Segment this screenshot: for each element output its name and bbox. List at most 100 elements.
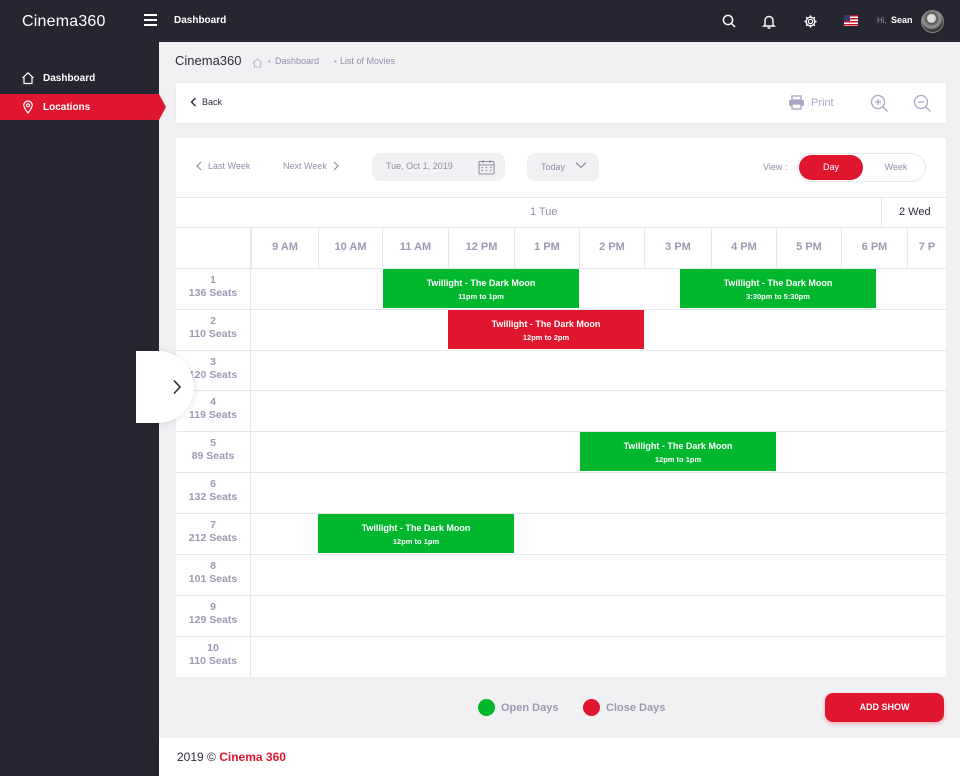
- hour-header-cell: 2 PM: [579, 228, 644, 268]
- chevron-down-icon: [575, 162, 587, 169]
- screen-row: 4 119 Seats: [176, 390, 946, 431]
- screen-row: 9 129 Seats: [176, 595, 946, 636]
- print-label: Print: [811, 96, 834, 109]
- show-time: 12pm to 2pm: [522, 333, 570, 342]
- screen-row: 3 120 Seats: [176, 350, 946, 390]
- calendar-icon: [478, 160, 495, 175]
- show-title: Twillight - The Dark Moon: [623, 441, 733, 451]
- zoom-out-icon[interactable]: [913, 94, 932, 118]
- screen-seats: 110 Seats: [189, 328, 237, 340]
- hour-header-cell: 5 PM: [776, 228, 841, 268]
- back-label: Back: [202, 97, 223, 107]
- show-event[interactable]: Twillight - The Dark Moon 12pm to 1pm: [580, 432, 776, 471]
- legend-open: Open Days: [478, 699, 558, 716]
- menu-icon[interactable]: [144, 14, 158, 28]
- sidebar-item-label: Dashboard: [43, 72, 96, 84]
- top-bar: Dashboard Hi, Sean: [159, 0, 960, 42]
- screen-label: 9 129 Seats: [176, 596, 250, 636]
- hour-header-cell: 6 PM: [841, 228, 907, 268]
- show-title: Twillight - The Dark Moon: [491, 319, 601, 329]
- screen-row: 6 132 Seats: [176, 472, 946, 513]
- date-value: Tue, Oct 1, 2019: [386, 161, 453, 171]
- day-header-next: 2 Wed: [899, 206, 931, 218]
- legend-open-label: Open Days: [501, 701, 559, 714]
- hour-header-cell: 12 PM: [448, 228, 514, 268]
- user-name[interactable]: Sean: [891, 15, 913, 25]
- schedule-card: Last Week Next Week Tue, Oct 1, 2019 Tod…: [176, 138, 946, 677]
- today-dropdown[interactable]: Today: [527, 153, 599, 181]
- avatar[interactable]: [921, 10, 944, 33]
- view-week-button[interactable]: Week: [870, 155, 922, 180]
- view-day-button[interactable]: Day: [799, 155, 863, 180]
- screen-seats: 129 Seats: [188, 614, 238, 626]
- zoom-in-icon[interactable]: [870, 94, 889, 118]
- chevron-left-icon: [190, 97, 196, 107]
- screen-number: 2: [210, 315, 216, 327]
- bell-icon[interactable]: [760, 12, 778, 30]
- hour-header-cell: 11 AM: [382, 228, 448, 268]
- add-show-button[interactable]: ADD SHOW: [825, 693, 944, 722]
- today-value: Today: [541, 162, 566, 172]
- chevron-left-icon: [196, 161, 202, 171]
- screen-number: 8: [210, 560, 216, 572]
- sidebar-item-locations[interactable]: Locations: [0, 94, 166, 120]
- show-title: Twillight - The Dark Moon: [361, 523, 471, 533]
- show-time: 11pm to 1pm: [458, 292, 504, 301]
- screen-number: 10: [207, 642, 219, 654]
- view-label: View :: [763, 162, 788, 172]
- screen-number: 7: [210, 519, 216, 531]
- footer-brand[interactable]: Cinema 360: [219, 750, 286, 764]
- app-logo[interactable]: Cinema360: [22, 13, 106, 31]
- breadcrumb-separator: •: [268, 57, 271, 66]
- next-week-label: Next Week: [283, 161, 327, 171]
- location-pin-icon: [21, 100, 35, 114]
- show-event[interactable]: Twillight - The Dark Moon 3:30pm to 5:30p…: [680, 269, 876, 308]
- gear-icon[interactable]: [801, 12, 819, 30]
- screen-label: 8 101 Seats: [176, 555, 250, 595]
- screen-seats: 89 Seats: [191, 450, 235, 462]
- breadcrumb-app: Cinema360: [175, 53, 242, 68]
- show-event[interactable]: Twillight - The Dark Moon 11pm to 1pm: [383, 269, 579, 308]
- search-icon[interactable]: [720, 12, 738, 30]
- show-title: Twillight - The Dark Moon: [426, 278, 536, 288]
- screen-label: 1 136 Seats: [176, 269, 250, 309]
- screen-number: 9: [210, 601, 216, 613]
- last-week-button[interactable]: Last Week: [196, 161, 250, 171]
- screen-row: 7 212 Seats: [176, 513, 946, 554]
- screen-seats: 110 Seats: [189, 655, 237, 667]
- chevron-right-icon: [333, 161, 339, 171]
- show-title: Twillight - The Dark Moon: [723, 278, 833, 288]
- home-icon: [21, 71, 35, 85]
- print-button[interactable]: Print: [788, 95, 834, 110]
- next-week-button[interactable]: Next Week: [283, 161, 339, 171]
- screen-seats: 132 Seats: [188, 491, 238, 503]
- printer-icon: [789, 95, 804, 110]
- day-header-current: 1 Tue: [530, 206, 558, 218]
- open-dot-icon: [478, 699, 495, 716]
- screen-seats: 212 Seats: [188, 532, 238, 544]
- back-button[interactable]: Back: [190, 97, 222, 107]
- action-bar: Back Print: [176, 83, 946, 123]
- last-week-label: Last Week: [208, 161, 251, 171]
- sidebar-item-dashboard[interactable]: Dashboard: [0, 65, 159, 91]
- screen-label: 2 110 Seats: [176, 310, 250, 350]
- show-event[interactable]: Twillight - The Dark Moon 12pm to 1pm: [318, 514, 514, 553]
- hour-header-cell: 10 AM: [318, 228, 382, 268]
- close-dot-icon: [583, 699, 600, 716]
- view-toggle: Day Week: [797, 153, 926, 182]
- breadcrumb-current: List of Movies: [340, 56, 396, 66]
- screen-row: 8 101 Seats: [176, 554, 946, 595]
- home-icon[interactable]: [252, 55, 263, 73]
- screen-label: 7 212 Seats: [176, 514, 250, 554]
- screen-number: 5: [210, 437, 216, 449]
- breadcrumb-link-dashboard[interactable]: Dashboard: [275, 56, 319, 66]
- show-time: 12pm to 1pm: [654, 455, 702, 464]
- show-time: 12pm to 1pm: [392, 537, 440, 546]
- screen-row: 10 110 Seats: [176, 636, 946, 677]
- legend-close: Close Days: [583, 699, 665, 716]
- screen-number: 6: [210, 478, 216, 490]
- date-picker-input[interactable]: Tue, Oct 1, 2019: [372, 153, 505, 181]
- us-flag-icon[interactable]: [844, 15, 858, 26]
- screen-label: 5 89 Seats: [176, 432, 250, 472]
- show-event[interactable]: Twillight - The Dark Moon 12pm to 2pm: [448, 310, 644, 349]
